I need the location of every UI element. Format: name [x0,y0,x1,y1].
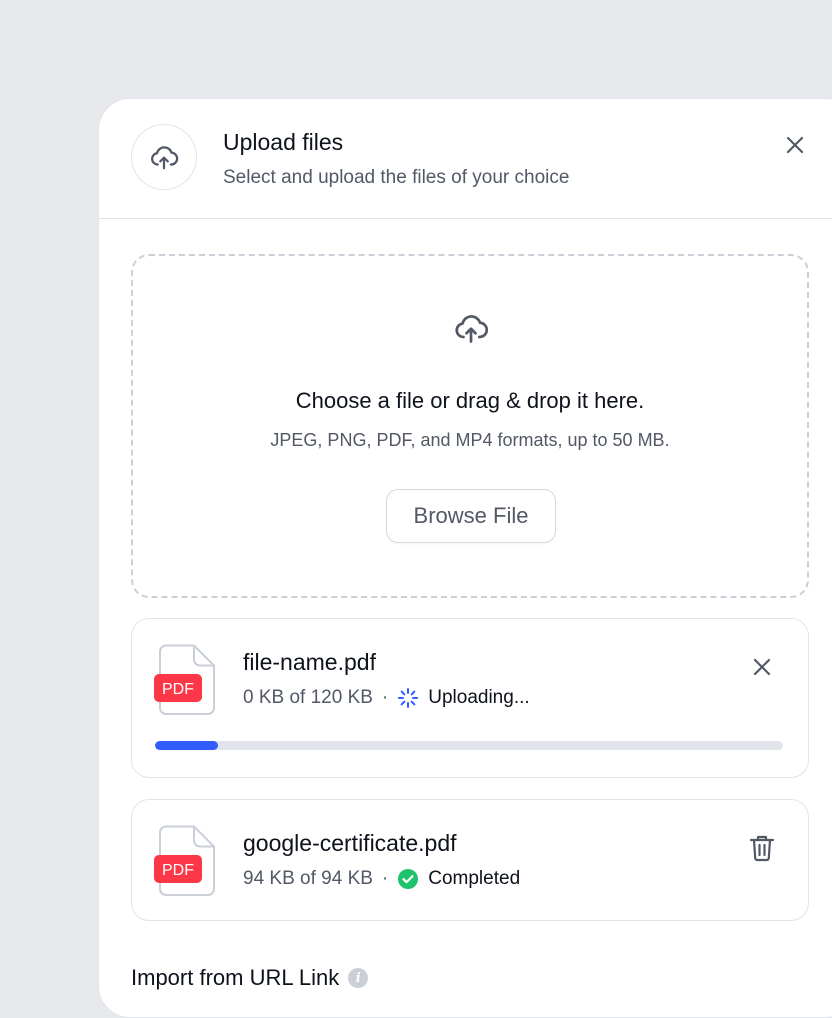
cancel-upload-button[interactable] [744,649,780,685]
upload-progress-fill [155,741,218,750]
close-icon [786,136,804,154]
dropzone-icon-container [453,310,489,351]
pdf-badge-label: PDF [162,681,194,698]
upload-status: Uploading... [428,687,530,708]
modal-subtitle: Select and upload the files of your choi… [223,167,570,188]
pdf-file-icon: PDF [154,825,216,902]
delete-file-button[interactable] [744,830,780,866]
meta-separator: · [381,687,389,708]
browse-file-button[interactable]: Browse File [386,489,556,543]
modal-close-button[interactable] [779,129,811,161]
file-size: 0 KB of 120 KB [243,687,373,708]
upload-modal: Upload files Select and upload the files… [98,98,832,1018]
header-icon-container [131,124,197,190]
upload-status: Completed [428,868,521,889]
file-meta: 0 KB of 120 KB · Uploading... [243,687,530,709]
file-name: google-certificate.pdf [243,830,457,856]
close-icon [753,658,771,676]
check-circle-icon [397,868,419,890]
file-size: 94 KB of 94 KB [243,868,373,889]
file-meta: 94 KB of 94 KB · Completed [243,868,520,890]
spinner-icon [397,687,419,709]
pdf-file-icon: PDF [154,644,216,721]
cloud-upload-icon [151,146,179,170]
meta-separator: · [381,868,389,889]
dropzone-formats-hint: JPEG, PNG, PDF, and MP4 formats, up to 5… [270,430,670,450]
file-item-uploading: PDF file-name.pdf 0 KB of 120 KB · Uploa… [131,618,809,778]
import-url-text: Import from URL Link [131,965,340,990]
info-icon[interactable]: i [348,968,369,988]
trash-icon [749,835,775,862]
dropzone-title: Choose a file or drag & drop it here. [295,388,645,413]
upload-progress-bar [155,741,783,750]
modal-title: Upload files [223,129,344,155]
import-url-label: Import from URL Link i [131,965,369,991]
pdf-badge-label: PDF [162,862,194,879]
file-name: file-name.pdf [243,649,376,675]
modal-header: Upload files Select and upload the files… [99,99,832,219]
cloud-upload-icon [455,315,489,343]
file-item-completed: PDF google-certificate.pdf 94 KB of 94 K… [131,799,809,921]
file-dropzone[interactable]: Choose a file or drag & drop it here. JP… [131,254,809,598]
